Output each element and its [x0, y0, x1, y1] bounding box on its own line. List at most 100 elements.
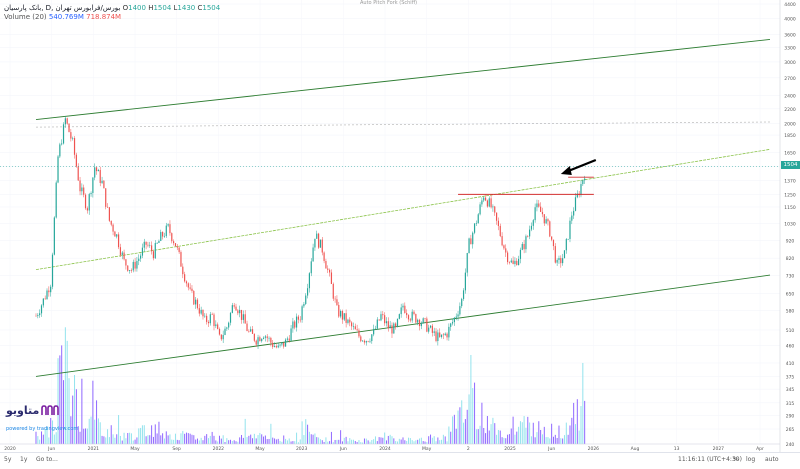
volume-bar	[430, 434, 432, 444]
volume-bar	[558, 425, 560, 444]
candle-body	[343, 313, 345, 320]
candle-body	[105, 188, 107, 207]
volume-bar	[565, 422, 567, 444]
volume-bar	[393, 438, 395, 444]
volume-title[interactable]: Volume (20)	[4, 13, 47, 21]
volume-bar	[145, 436, 147, 444]
volume-bar	[538, 421, 540, 444]
volume-bar	[532, 422, 534, 444]
volume-bar	[97, 418, 99, 444]
volume-bar	[496, 434, 498, 444]
volume-bar	[63, 380, 65, 444]
volume-bar	[325, 437, 327, 444]
volume-bar	[323, 441, 325, 444]
candle-body	[103, 180, 105, 189]
candle-body	[495, 212, 498, 221]
candle-body	[407, 315, 410, 320]
volume-bar	[580, 406, 582, 444]
symbol-title[interactable]: بانک پارسیان, D, بورس/فرابورس تهران	[4, 4, 120, 12]
candle-body	[518, 258, 520, 266]
candle-body	[417, 319, 419, 323]
range-1y[interactable]: 1y	[20, 456, 27, 463]
volume-bar	[143, 425, 145, 444]
candle-body	[464, 272, 466, 291]
volume-bar	[461, 400, 463, 444]
range-5y[interactable]: 5y	[4, 456, 11, 463]
volume-bar	[494, 423, 496, 444]
volume-bar	[108, 437, 110, 444]
volume-bar	[255, 438, 257, 444]
candle-body	[530, 225, 533, 230]
volume-bar	[206, 434, 208, 444]
volume-bar	[268, 438, 270, 444]
candle-body	[461, 298, 463, 307]
candle-body	[556, 260, 558, 263]
log-toggle[interactable]: log	[746, 456, 755, 463]
volume-bar	[130, 433, 132, 444]
volume-bar	[261, 434, 263, 444]
candle-body	[519, 249, 522, 259]
volume-bar	[239, 437, 241, 444]
volume-bar	[340, 430, 342, 444]
candle-body	[295, 316, 298, 328]
auto-toggle[interactable]: auto	[765, 456, 779, 463]
candle-body	[560, 258, 562, 264]
volume-bar	[75, 389, 77, 444]
candle-body	[505, 248, 507, 253]
volume-bar	[187, 433, 189, 444]
candle-body	[79, 180, 81, 192]
volume-bar	[167, 435, 169, 444]
candle-body	[106, 206, 109, 208]
candle-body	[174, 243, 177, 247]
volume-bar	[114, 437, 116, 444]
volume-bar	[233, 440, 235, 444]
volume-bar	[242, 437, 244, 444]
candle-body	[540, 206, 542, 212]
candle-body	[92, 177, 94, 193]
price-axis[interactable]: 4400 4000 3600 3300 3000 2700 2400 2200 2000 1850…	[779, 0, 800, 452]
candle-body	[110, 220, 112, 225]
candle-body	[549, 221, 551, 237]
volume-bar	[422, 441, 424, 444]
volume-bar	[288, 438, 290, 444]
candle-body	[393, 323, 395, 334]
candle-body	[365, 341, 367, 343]
volume-bar	[534, 437, 536, 444]
candle-body	[484, 197, 487, 201]
volume-bar	[290, 441, 292, 444]
goto-date[interactable]: Go to...	[36, 456, 58, 463]
candle-body	[51, 254, 54, 287]
volume-bar	[275, 439, 277, 444]
volume-bar	[283, 435, 285, 444]
volume-bar	[343, 437, 345, 444]
volume-bar	[264, 435, 266, 444]
candle-body	[565, 239, 567, 251]
volume-bar	[389, 434, 391, 444]
candle-body	[437, 332, 439, 342]
volume-bar	[569, 425, 571, 444]
candle-body	[341, 310, 344, 320]
volume-bar	[525, 427, 527, 444]
volume-bar	[541, 434, 543, 444]
volume-bar	[112, 434, 114, 444]
candle-body	[479, 204, 481, 215]
candle-body	[224, 328, 226, 335]
volume-bar	[92, 380, 94, 444]
candle-body	[215, 324, 217, 327]
percent-toggle[interactable]: %	[733, 456, 739, 463]
chart-canvas[interactable]: 4400 4000 3600 3300 3000 2700 2400 2200 2000 1850…	[0, 0, 800, 465]
volume-bar	[529, 422, 531, 444]
volume-bar	[129, 432, 131, 444]
chart-background	[0, 0, 800, 465]
volume-bar	[448, 426, 450, 444]
candle-body	[584, 178, 586, 181]
volume-bar	[490, 424, 492, 444]
candle-body	[422, 318, 424, 324]
volume-bar	[549, 438, 551, 444]
volume-bar	[363, 438, 365, 444]
volume-bar	[437, 437, 439, 444]
candle-body	[551, 236, 553, 240]
candle-body	[154, 243, 156, 259]
price-tick-label: 345	[786, 387, 795, 393]
brand-logo: متاویو	[6, 404, 60, 417]
